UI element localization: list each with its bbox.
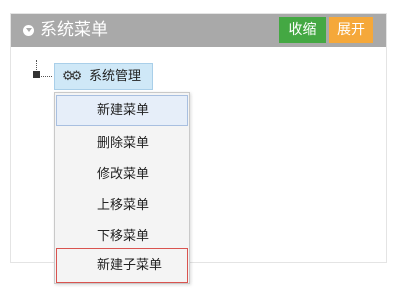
gear-icon: ⚙⚙	[62, 69, 82, 84]
chevron-circle-icon	[23, 25, 34, 36]
panel-header: 系统菜单 收缩 展开	[11, 14, 386, 47]
context-menu: 新建菜单 删除菜单 修改菜单 上移菜单 下移菜单 新建子菜单	[54, 92, 190, 284]
menu-item-move-up[interactable]: 上移菜单	[56, 190, 188, 221]
expand-button[interactable]: 展开	[329, 17, 373, 43]
menu-item-edit[interactable]: 修改菜单	[56, 159, 188, 190]
menu-item-delete[interactable]: 删除菜单	[56, 128, 188, 159]
panel-title: 系统菜单	[40, 20, 108, 40]
collapse-button[interactable]: 收缩	[279, 17, 326, 43]
tree-toggle-icon[interactable]	[33, 71, 40, 78]
menu-item-new-submenu[interactable]: 新建子菜单	[56, 248, 188, 283]
tree-node-label: 系统管理	[89, 69, 142, 84]
tree-node-system-management[interactable]: ⚙⚙ 系统管理	[54, 63, 153, 90]
menu-item-new[interactable]: 新建菜单	[56, 95, 188, 126]
